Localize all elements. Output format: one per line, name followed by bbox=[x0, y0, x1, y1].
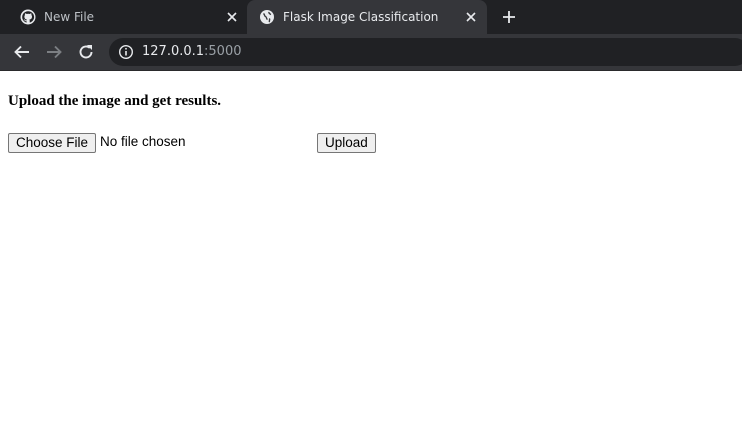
url-port: :5000 bbox=[204, 44, 242, 59]
tab-title: Flask Image Classification bbox=[283, 10, 439, 24]
tab-new-file[interactable]: New File bbox=[0, 0, 247, 34]
site-info-icon[interactable] bbox=[118, 44, 134, 60]
close-tab-icon[interactable] bbox=[463, 9, 479, 25]
page-content: Upload the image and get results. Choose… bbox=[0, 71, 742, 444]
reload-icon[interactable] bbox=[77, 43, 95, 61]
upload-button[interactable]: Upload bbox=[317, 133, 376, 153]
url-host: 127.0.0.1 bbox=[142, 44, 205, 59]
globe-icon bbox=[260, 10, 274, 24]
tab-strip: New File Flask Image Classification bbox=[0, 0, 742, 34]
new-tab-plus-icon[interactable] bbox=[500, 8, 518, 26]
forward-arrow-icon[interactable] bbox=[45, 43, 63, 61]
file-status-text: No file chosen bbox=[100, 134, 186, 149]
page-heading: Upload the image and get results. bbox=[8, 93, 222, 109]
browser-toolbar: 127.0.0.1:5000 bbox=[0, 34, 742, 71]
address-bar[interactable]: 127.0.0.1:5000 bbox=[109, 38, 742, 66]
tab-flask-image-classification[interactable]: Flask Image Classification bbox=[247, 0, 487, 34]
choose-file-button[interactable]: Choose File bbox=[8, 133, 97, 153]
back-arrow-icon[interactable] bbox=[13, 43, 31, 61]
url-text: 127.0.0.1:5000 bbox=[142, 44, 242, 59]
tab-title: New File bbox=[44, 10, 95, 24]
close-tab-icon[interactable] bbox=[224, 9, 240, 25]
github-icon bbox=[20, 9, 36, 25]
